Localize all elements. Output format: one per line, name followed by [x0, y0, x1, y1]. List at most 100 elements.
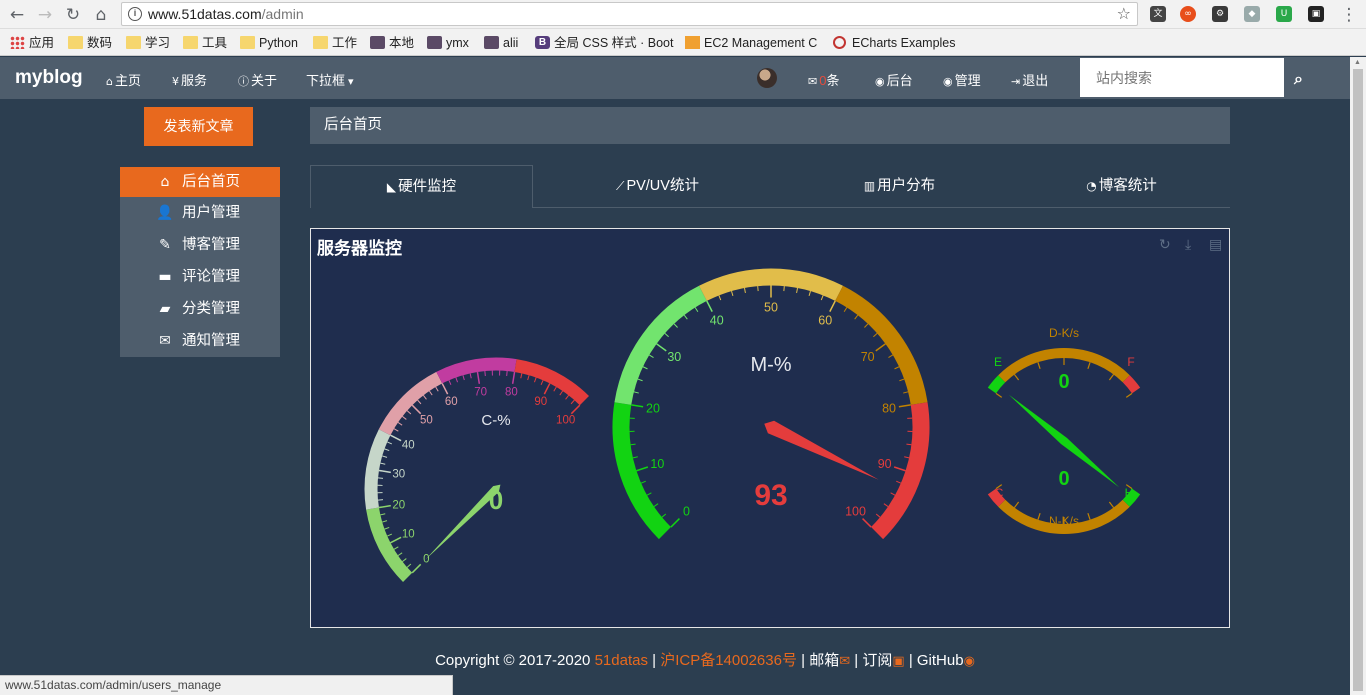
back-icon[interactable]: ← [6, 4, 28, 26]
gauge-tick-label: 50 [420, 414, 433, 426]
shield-extension-icon[interactable]: U [1276, 6, 1292, 22]
bookmark-link[interactable]: B 全局 CSS 样式 · Boot [535, 34, 673, 52]
info-icon[interactable]: i [128, 7, 142, 21]
nav-dropdown[interactable]: 下拉框 ▾ [306, 70, 356, 89]
gauge-range-label: E [994, 355, 1002, 369]
avatar-icon [484, 36, 499, 49]
gauge-tick [559, 390, 564, 396]
nav-logout[interactable]: ⇥ 退出 [1011, 70, 1048, 89]
gauge-tick [894, 366, 900, 370]
scroll-up-icon[interactable]: ▲ [1354, 59, 1361, 66]
gauge-tick [854, 314, 859, 320]
footer-site-link[interactable]: 51datas [595, 652, 648, 669]
gauge-tick [384, 526, 390, 530]
forward-icon[interactable]: → [34, 4, 56, 26]
gauge-tick [520, 373, 523, 379]
gauge-tick [462, 375, 465, 381]
gauge-tick [411, 563, 422, 574]
bookmark-link[interactable]: ECharts Examples [833, 34, 956, 52]
gauge-tick [898, 404, 911, 408]
home-icon[interactable]: ⌂ [90, 4, 112, 26]
sign-out-icon: ⇥ [1011, 75, 1021, 88]
bookmark-folder[interactable]: 学习 [126, 34, 170, 52]
gauge-range-label: C [995, 486, 1004, 500]
status-bar-url: www.51datas.com/admin/users_manage [0, 675, 453, 695]
box-icon [685, 36, 700, 49]
gauge-tick [390, 434, 402, 442]
footer-icp-link[interactable]: 沪ICP备14002636号 [660, 652, 797, 669]
gauge-tick [1013, 374, 1020, 381]
gauge-tick-label: 60 [818, 314, 832, 328]
gauge-tick [743, 287, 746, 294]
gauge-tick [888, 354, 894, 358]
gauge-tick [808, 290, 811, 297]
scrollbar-thumb[interactable] [1353, 69, 1363, 691]
footer-mail-link[interactable]: 邮箱 [809, 652, 839, 669]
gauge-tick [862, 518, 872, 528]
gauge-band [514, 359, 589, 406]
nav-manage[interactable]: ◉ 管理 [943, 70, 981, 89]
reload-icon[interactable]: ↻ [62, 4, 84, 26]
user-circle-icon: ◉ [875, 75, 885, 88]
bookmark-folder[interactable]: 工具 [183, 34, 227, 52]
gauge-tick [417, 399, 422, 405]
nav-about[interactable]: ⓘ 关于 [238, 70, 277, 89]
sidebar-item-notifications[interactable]: ✉ 通知管理 [120, 325, 280, 357]
tab-blog-stats[interactable]: ◔ 博客统计 [1010, 165, 1233, 208]
address-bar[interactable]: i www.51datas.com/admin ☆ [121, 2, 1138, 26]
tab-hardware-monitor[interactable]: ◣ 硬件监控 [310, 165, 533, 208]
gauge-tick [995, 392, 1003, 398]
footer-rss-link[interactable]: 订阅 [862, 652, 892, 669]
search-input[interactable] [1080, 58, 1284, 97]
gauge-tick [406, 563, 412, 568]
scrollbar[interactable]: ▲ [1350, 57, 1366, 695]
bookmark-link[interactable]: ymx [427, 34, 469, 52]
gauge-tick [875, 513, 881, 518]
gauge-tick [469, 373, 472, 379]
gauge-tick [397, 552, 403, 557]
tab-user-distribution[interactable]: ▥ 用户分布 [788, 165, 1011, 208]
gauge-needle [764, 420, 879, 480]
avatar[interactable] [757, 68, 777, 88]
gauge-tick-label: 100 [556, 414, 575, 426]
gauge-tick [441, 383, 449, 395]
address-url[interactable]: www.51datas.com/admin [148, 6, 304, 22]
gauge-tick-label: 100 [845, 504, 866, 518]
menu-icon[interactable]: ⋮ [1338, 4, 1360, 26]
bookmark-folder[interactable]: 工作 [313, 34, 357, 52]
sidebar-item-dashboard[interactable]: ⌂ 后台首页 [120, 167, 280, 197]
sidebar-item-blogs[interactable]: ✎ 博客管理 [120, 229, 280, 261]
sidebar-item-users[interactable]: 👤 用户管理 [120, 197, 280, 229]
gauge-tick [664, 333, 669, 338]
bookmark-link[interactable]: EC2 Management C [685, 34, 817, 52]
new-post-button[interactable]: 发表新文章 [144, 107, 253, 146]
avatar-icon [427, 36, 442, 49]
gauge-tick [648, 354, 654, 358]
translate-extension-icon[interactable]: 文 [1150, 6, 1166, 22]
brand-logo[interactable]: myblog [15, 67, 83, 89]
infinity-extension-icon[interactable]: ∞ [1180, 6, 1196, 22]
gauge-tick [636, 466, 649, 472]
bookmark-link[interactable]: 本地 [370, 34, 414, 52]
sidebar-item-comments[interactable]: ▬ 评论管理 [120, 261, 280, 293]
nav-messages[interactable]: ✉ 0条 [808, 70, 839, 89]
sidebar-item-categories[interactable]: ▰ 分类管理 [120, 293, 280, 325]
cube-extension-icon[interactable]: ◆ [1244, 6, 1260, 22]
footer-github-link[interactable]: GitHub [917, 652, 964, 669]
bookmark-folder[interactable]: Python [240, 34, 298, 52]
nav-backend[interactable]: ◉ 后台 [875, 70, 913, 89]
tab-bar: ◣ 硬件监控 ⟋ PV/UV统计 ▥ 用户分布 ◔ 博客统计 [310, 165, 1230, 208]
bookmark-folder[interactable]: 数码 [68, 34, 112, 52]
avatar-icon [370, 36, 385, 49]
gauge-tick [903, 391, 909, 394]
gauge-tick [683, 314, 688, 320]
bookmark-apps[interactable]: 应用 [10, 34, 54, 52]
bookmark-star-icon[interactable]: ☆ [1117, 4, 1131, 23]
extension-icon[interactable]: ⚙ [1212, 6, 1228, 22]
search-icon[interactable]: ⌕ [1294, 69, 1303, 89]
extension-icon[interactable]: ▣ [1308, 6, 1324, 22]
bookmark-link[interactable]: alii [484, 34, 518, 52]
tab-pv-uv[interactable]: ⟋ PV/UV统计 [546, 165, 769, 208]
nav-services[interactable]: ¥ 服务 [172, 70, 207, 89]
nav-home[interactable]: ⌂ 主页 [106, 70, 141, 89]
